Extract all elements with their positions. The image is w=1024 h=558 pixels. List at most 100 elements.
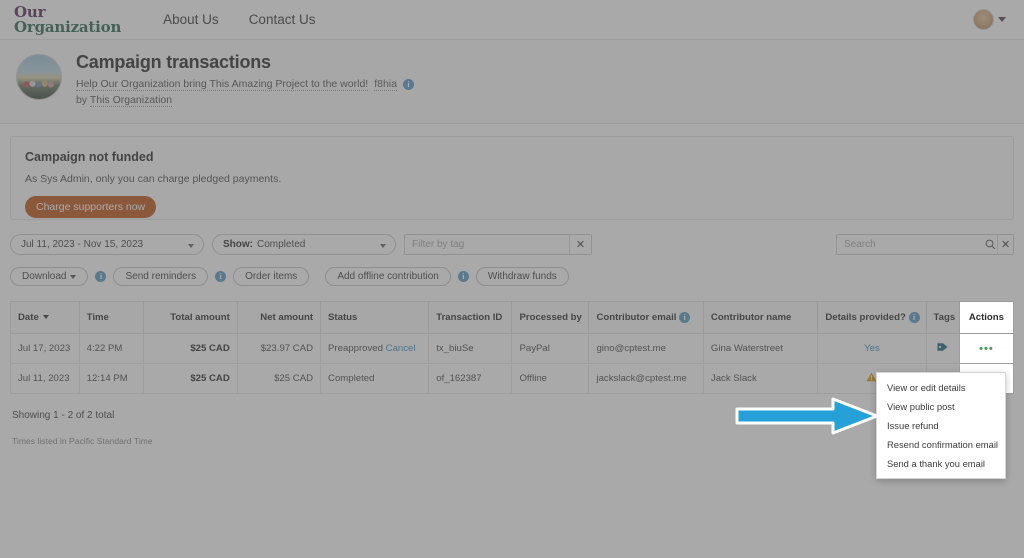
info-icon[interactable]: i bbox=[402, 79, 414, 90]
column-header-actions[interactable]: Actions bbox=[958, 301, 1015, 334]
table-header-row: Date Time Total amount Net amount Status… bbox=[10, 301, 1015, 334]
campaign-owner-row: by This Organization bbox=[76, 94, 414, 107]
nav-links: About Us Contact Us bbox=[163, 12, 315, 27]
column-header-net-amount[interactable]: Net amount bbox=[236, 301, 322, 334]
cell-transaction-id: of_162387 bbox=[428, 363, 513, 394]
info-icon[interactable]: i bbox=[679, 312, 691, 323]
add-offline-contribution-button[interactable]: Add offline contribution bbox=[325, 267, 451, 286]
table-row: Jul 17, 2023 4:22 PM $25 CAD $23.97 CAD … bbox=[10, 333, 1015, 364]
column-header-contributor-email[interactable]: Contributor email i bbox=[588, 301, 704, 334]
menu-item-view-or-edit-details[interactable]: View or edit details bbox=[877, 378, 1005, 397]
page-root: Our Organization About Us Contact Us Cam… bbox=[0, 0, 1024, 558]
cell-net-amount: $25 CAD bbox=[236, 363, 322, 394]
campaign-owner-prefix: by bbox=[76, 94, 90, 106]
cell-total-amount: $25 CAD bbox=[143, 333, 238, 364]
table-row: Jul 11, 2023 12:14 PM $25 CAD $25 CAD Co… bbox=[10, 363, 1015, 394]
tag-filter-input[interactable] bbox=[405, 239, 569, 250]
chevron-down-icon bbox=[188, 243, 194, 248]
info-icon[interactable]: i bbox=[908, 312, 920, 323]
search-icon[interactable] bbox=[983, 235, 997, 254]
clear-tag-filter-button[interactable]: ✕ bbox=[569, 235, 591, 254]
cell-time: 12:14 PM bbox=[78, 363, 145, 394]
campaign-tagline-row: Help Our Organization bring This Amazing… bbox=[76, 78, 414, 91]
column-header-details-provided[interactable]: Details provided? i bbox=[817, 301, 927, 334]
cell-total-amount: $25 CAD bbox=[143, 363, 238, 394]
show-label: Show: bbox=[223, 239, 253, 250]
column-header-status[interactable]: Status bbox=[320, 301, 430, 334]
date-range-value: Jul 11, 2023 - Nov 15, 2023 bbox=[21, 239, 144, 250]
cell-transaction-id: tx_biuSe bbox=[428, 333, 513, 364]
chevron-down-icon bbox=[70, 274, 77, 279]
chevron-down-icon bbox=[380, 243, 386, 248]
actions-dropdown-menu: View or edit details View public post Is… bbox=[876, 372, 1006, 479]
column-label: Date bbox=[18, 312, 39, 323]
search-box: ✕ bbox=[836, 234, 1014, 255]
tag-icon[interactable] bbox=[937, 342, 948, 352]
cell-contributor-name: Jack Slack bbox=[702, 363, 819, 394]
nav-link-about-us[interactable]: About Us bbox=[163, 12, 219, 27]
details-provided-link[interactable]: Yes bbox=[864, 343, 880, 354]
table-actions-bar: Download i Send reminders i Order items … bbox=[10, 255, 1014, 286]
show-value: Completed bbox=[257, 239, 306, 250]
charge-supporters-button[interactable]: Charge supporters now bbox=[25, 196, 157, 218]
column-label: Details provided? bbox=[825, 312, 906, 323]
campaign-not-funded-card: Campaign not funded As Sys Admin, only y… bbox=[10, 136, 1014, 220]
column-header-date[interactable]: Date bbox=[10, 301, 80, 334]
site-logo[interactable]: Our Organization bbox=[14, 4, 122, 36]
filter-bar: Jul 11, 2023 - Nov 15, 2023 Show: Comple… bbox=[10, 220, 1014, 255]
cell-date: Jul 11, 2023 bbox=[10, 363, 80, 394]
chevron-down-icon[interactable] bbox=[998, 17, 1006, 22]
search-input[interactable] bbox=[837, 239, 983, 250]
menu-item-view-public-post[interactable]: View public post bbox=[877, 397, 1005, 416]
campaign-owner-name: This Organization bbox=[89, 94, 173, 107]
menu-item-issue-refund[interactable]: Issue refund bbox=[877, 416, 1005, 435]
logo-line-2: Organization bbox=[14, 17, 122, 36]
column-header-contributor-name[interactable]: Contributor name bbox=[702, 301, 819, 334]
annotation-arrow bbox=[735, 396, 880, 441]
menu-item-send-thank-you-email[interactable]: Send a thank you email bbox=[877, 454, 1005, 473]
cell-details-provided: Yes bbox=[817, 333, 927, 364]
info-icon[interactable]: i bbox=[457, 271, 469, 282]
cell-processed-by: PayPal bbox=[511, 333, 590, 364]
menu-item-resend-confirmation-email[interactable]: Resend confirmation email bbox=[877, 435, 1005, 454]
cell-status: Preapproved Cancel bbox=[320, 333, 430, 364]
column-header-total-amount[interactable]: Total amount bbox=[143, 301, 238, 334]
info-icon[interactable]: i bbox=[95, 271, 107, 282]
clear-search-button[interactable]: ✕ bbox=[997, 235, 1013, 254]
avatar[interactable] bbox=[973, 9, 994, 30]
cell-contributor-email: jackslack@cptest.me bbox=[588, 363, 704, 394]
column-header-processed-by[interactable]: Processed by bbox=[511, 301, 590, 334]
download-button[interactable]: Download bbox=[10, 267, 89, 286]
cell-contributor-name: Gina Waterstreet bbox=[702, 333, 819, 364]
order-items-button[interactable]: Order items bbox=[233, 267, 310, 286]
withdraw-funds-button[interactable]: Withdraw funds bbox=[475, 267, 569, 286]
account-menu[interactable] bbox=[973, 9, 1010, 30]
campaign-header: Campaign transactions Help Our Organizat… bbox=[0, 40, 1024, 124]
tag-filter: ✕ bbox=[404, 234, 592, 255]
column-label: Contributor email bbox=[596, 312, 677, 323]
show-status-select[interactable]: Show: Completed bbox=[212, 234, 396, 255]
cell-date: Jul 17, 2023 bbox=[10, 333, 80, 364]
notice-title: Campaign not funded bbox=[25, 150, 154, 164]
top-navigation-bar: Our Organization About Us Contact Us bbox=[0, 0, 1024, 40]
download-button-label: Download bbox=[22, 271, 67, 282]
campaign-tagline: Help Our Organization bring This Amazing… bbox=[76, 78, 369, 91]
ellipsis-icon[interactable]: ••• bbox=[979, 343, 994, 355]
nav-link-contact-us[interactable]: Contact Us bbox=[249, 12, 316, 27]
date-range-select[interactable]: Jul 11, 2023 - Nov 15, 2023 bbox=[10, 234, 204, 255]
campaign-id: f8hia bbox=[374, 78, 397, 91]
info-icon[interactable]: i bbox=[215, 271, 227, 282]
cell-contributor-email: gino@cptest.me bbox=[588, 333, 704, 364]
column-header-time[interactable]: Time bbox=[78, 301, 145, 334]
cell-net-amount: $23.97 CAD bbox=[236, 333, 322, 364]
cell-tags bbox=[925, 333, 960, 364]
send-reminders-button[interactable]: Send reminders bbox=[113, 267, 209, 286]
column-header-transaction-id[interactable]: Transaction ID bbox=[428, 301, 513, 334]
status-text: Preapproved bbox=[328, 343, 383, 354]
cancel-link[interactable]: Cancel bbox=[386, 343, 416, 354]
transactions-table: Date Time Total amount Net amount Status… bbox=[10, 301, 1015, 394]
column-header-tags[interactable]: Tags bbox=[925, 301, 960, 334]
notice-description: As Sys Admin, only you can charge pledge… bbox=[25, 173, 282, 185]
campaign-header-text: Campaign transactions Help Our Organizat… bbox=[76, 52, 414, 107]
cell-status: Completed bbox=[320, 363, 430, 394]
